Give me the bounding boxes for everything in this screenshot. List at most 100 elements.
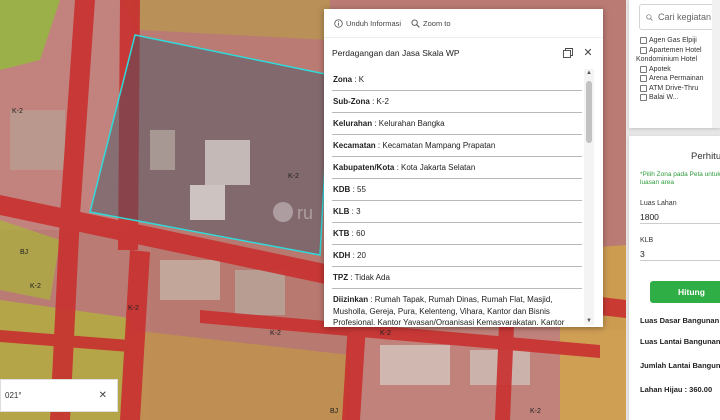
scroll-down-icon[interactable]: ▼ [585,318,593,324]
checkbox[interactable] [640,37,647,44]
checkbox[interactable] [640,94,647,101]
zoom-to-button[interactable]: Zoom to [411,19,451,28]
checkbox[interactable] [640,46,647,54]
info-icon [334,18,343,28]
scroll-thumb[interactable] [586,81,592,143]
checklist-scrollbar[interactable] [712,0,720,128]
popup-toolbar: Unduh Informasi Zoom to [324,9,603,38]
attribute-value: : Kecamatan Mampang Prapatan [375,141,496,150]
attribute-row: Kelurahan : Kelurahan Bangka [332,113,582,135]
attribute-label: Kabupaten/Kota [333,163,395,172]
checkbox[interactable] [640,75,647,82]
search-icon [646,13,653,21]
close-icon[interactable]: ✕ [581,46,595,60]
search-input[interactable] [658,12,720,22]
popup-attribute-list: Zona : K Sub-Zona : K-2 Kelurahan : Kelu… [332,69,582,325]
checklist-label: Apotek [649,65,671,73]
map-info-box: 021° ✕ [0,379,118,412]
attribute-label: KDH [333,251,351,260]
checklist-item[interactable]: Arena Permainan [640,74,703,84]
attribute-value: : Kota Jakarta Selatan [394,163,476,172]
checklist-item[interactable]: ATM Drive-Thru [640,84,703,94]
activity-filter-card: Agen Gas Elpiji Apartemen Hotel Kondomin… [629,0,720,128]
attribute-row: Zona : K [332,69,582,91]
result-label: Jumlah Lantai Bangunan [640,361,720,370]
attribute-label: Kelurahan [333,119,373,128]
zone-label: BJ [330,408,339,415]
klb-input[interactable] [640,247,720,261]
checklist-label: Arena Permainan [649,75,704,82]
dock-icon[interactable] [561,46,575,60]
result-label: Luas Lantai Bangunan [640,337,720,346]
calculate-button[interactable]: Hitung [650,281,720,303]
zone-label: K-2 [380,330,391,337]
popup-header: Perdagangan dan Jasa Skala WP ✕ [324,38,603,67]
attribute-value: : Rumah Tapak, Rumah Dinas, Rumah Flat, … [333,295,565,325]
calculation-hint: *Pilih Zona pada Peta untuk tentukan lua… [640,171,720,186]
attribute-value: : 55 [350,185,366,194]
attribute-label: KTB [333,229,350,238]
zone-label: K-2 [288,173,299,180]
close-icon[interactable]: ✕ [99,390,107,401]
attribute-label: TPZ [333,273,349,282]
attribute-label: Kecamatan [333,141,376,150]
attribute-row: Sub-Zona : K-2 [332,91,582,113]
result-label: Lahan Hijau : 360.00 [640,385,713,394]
checklist-label: Kondominium Hotel [636,56,698,63]
popup-scrollbar[interactable]: ▲ ▼ [584,69,594,325]
attribute-value: : Kelurahan Bangka [372,119,445,128]
checklist-label: Apartemen Hotel [649,46,702,54]
attribute-label: KDB [333,185,351,194]
feature-popup: Unduh Informasi Zoom to Perdagangan dan … [324,9,603,327]
attribute-label: KLB [333,207,350,216]
checklist-item[interactable]: Apotek [640,65,703,75]
zoom-to-label: Zoom to [423,18,451,28]
result-label: Luas Dasar Bangunan [640,316,720,325]
checkbox[interactable] [640,84,647,92]
land-area-input[interactable] [640,210,720,224]
klb-label: KLB [640,237,654,244]
zone-label: K-2 [128,305,139,312]
attribute-row: Diizinkan : Rumah Tapak, Rumah Dinas, Ru… [332,289,582,325]
activity-search[interactable] [639,4,720,30]
zone-label: BJ [20,249,29,256]
attribute-label: Zona [333,75,353,84]
checklist-item[interactable]: Balai W... [640,93,703,103]
popup-title: Perdagangan dan Jasa Skala WP [332,47,460,58]
sidebar: Agen Gas Elpiji Apartemen Hotel Kondomin… [626,0,720,420]
land-area-label: Luas Lahan [640,200,677,207]
calculation-title: Perhitungan [691,151,720,162]
attribute-value: : Tidak Ada [348,273,390,282]
checklist-item: Kondominium Hotel [636,55,703,65]
checklist-label: ATM Drive-Thru [649,84,699,92]
zone-label: K-2 [30,283,41,290]
zone-label: K-2 [12,108,23,115]
attribute-label: Diizinkan [333,295,369,304]
scroll-up-icon[interactable]: ▲ [585,70,593,76]
download-info-button[interactable]: Unduh Informasi [334,19,401,28]
attribute-value: : K [352,75,365,84]
attribute-label: Sub-Zona [333,97,370,106]
calculation-card: Perhitungan *Pilih Zona pada Peta untuk … [629,136,720,420]
attribute-row: Kabupaten/Kota : Kota Jakarta Selatan [332,157,582,179]
attribute-row: Kecamatan : Kecamatan Mampang Prapatan [332,135,582,157]
activity-checklist: Agen Gas Elpiji Apartemen Hotel Kondomin… [636,36,703,103]
attribute-row: KTB : 60 [332,223,582,245]
checklist-item[interactable]: Agen Gas Elpiji [640,36,703,46]
download-info-label: Unduh Informasi [346,18,402,28]
zone-label: K-2 [530,408,541,415]
zoom-icon [411,18,420,28]
checklist-label: Agen Gas Elpiji [649,37,697,44]
checkbox[interactable] [640,65,647,73]
attribute-row: KDH : 20 [332,245,582,267]
attribute-value: : K-2 [369,97,390,106]
attribute-value: : 60 [349,229,366,238]
zone-label: K-2 [270,330,281,337]
map-watermark: ru [297,203,313,223]
attribute-row: KLB : 3 [332,201,582,223]
attribute-value: : 20 [350,251,366,260]
checklist-item[interactable]: Apartemen Hotel [640,46,703,56]
attribute-value: : 3 [349,207,361,216]
attribute-row: KDB : 55 [332,179,582,201]
map-info-text: 021° [5,391,22,400]
